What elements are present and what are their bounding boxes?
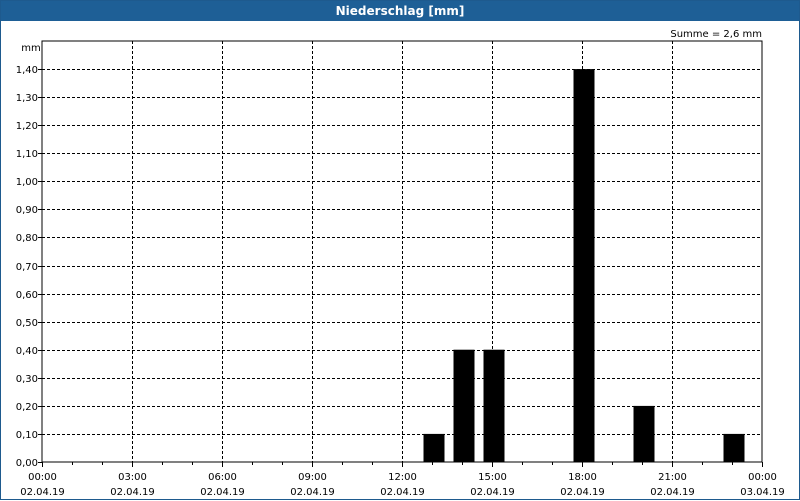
x-tick-time-label: 06:00 bbox=[208, 472, 237, 483]
x-tick-time-label: 15:00 bbox=[478, 472, 507, 483]
x-tick-date-label: 02.04.19 bbox=[20, 487, 65, 498]
y-tick-label: 1,00 bbox=[16, 177, 38, 188]
x-tick-date-label: 02.04.19 bbox=[290, 487, 335, 498]
y-tick-label: 1,20 bbox=[16, 121, 38, 132]
precipitation-bar bbox=[573, 69, 595, 462]
x-tick-date-label: 02.04.19 bbox=[650, 487, 695, 498]
y-tick-label: 0,50 bbox=[16, 318, 38, 329]
x-tick-time-label: 12:00 bbox=[388, 472, 417, 483]
y-tick-label: 0,90 bbox=[16, 205, 38, 216]
x-tick-time-label: 00:00 bbox=[28, 472, 57, 483]
y-tick-label: 0,80 bbox=[16, 233, 38, 244]
x-tick-time-label: 09:00 bbox=[298, 472, 327, 483]
chart-window: Niederschlag [mm] mm Summe = 2,6 mm 0,00… bbox=[0, 0, 800, 500]
y-tick-label: 0,70 bbox=[16, 262, 38, 273]
x-tick-time-label: 03:00 bbox=[118, 472, 147, 483]
precipitation-bar bbox=[423, 433, 445, 462]
x-tick-date-label: 02.04.19 bbox=[560, 487, 605, 498]
y-tick-label: 0,00 bbox=[16, 458, 38, 469]
y-tick-label: 0,10 bbox=[16, 430, 38, 441]
y-tick-label: 1,30 bbox=[16, 93, 38, 104]
x-tick-time-label: 18:00 bbox=[568, 472, 597, 483]
y-axis-unit-label: mm bbox=[21, 43, 40, 54]
y-tick-label: 0,20 bbox=[16, 402, 38, 413]
precipitation-bar bbox=[633, 405, 655, 462]
y-tick-label: 0,40 bbox=[16, 346, 38, 357]
precipitation-bar bbox=[723, 433, 745, 462]
x-tick-date-label: 02.04.19 bbox=[110, 487, 155, 498]
x-tick-date-label: 02.04.19 bbox=[470, 487, 515, 498]
x-tick-date-label: 02.04.19 bbox=[380, 487, 425, 498]
x-tick-date-label: 03.04.19 bbox=[740, 487, 785, 498]
precipitation-chart: mm Summe = 2,6 mm 0,00 0,10 0,20 0,30 0,40 0,… bbox=[16, 29, 785, 498]
y-tick-label: 0,30 bbox=[16, 374, 38, 385]
sum-annotation: Summe = 2,6 mm bbox=[670, 29, 762, 40]
x-tick-date-label: 02.04.19 bbox=[200, 487, 245, 498]
y-tick-label: 1,40 bbox=[16, 65, 38, 76]
y-tick-label: 0,60 bbox=[16, 290, 38, 301]
x-tick-time-label: 00:00 bbox=[748, 472, 777, 483]
x-tick-time-label: 21:00 bbox=[658, 472, 687, 483]
precipitation-bar bbox=[483, 349, 505, 462]
precipitation-bar bbox=[453, 349, 475, 462]
y-tick-label: 1,10 bbox=[16, 149, 38, 160]
